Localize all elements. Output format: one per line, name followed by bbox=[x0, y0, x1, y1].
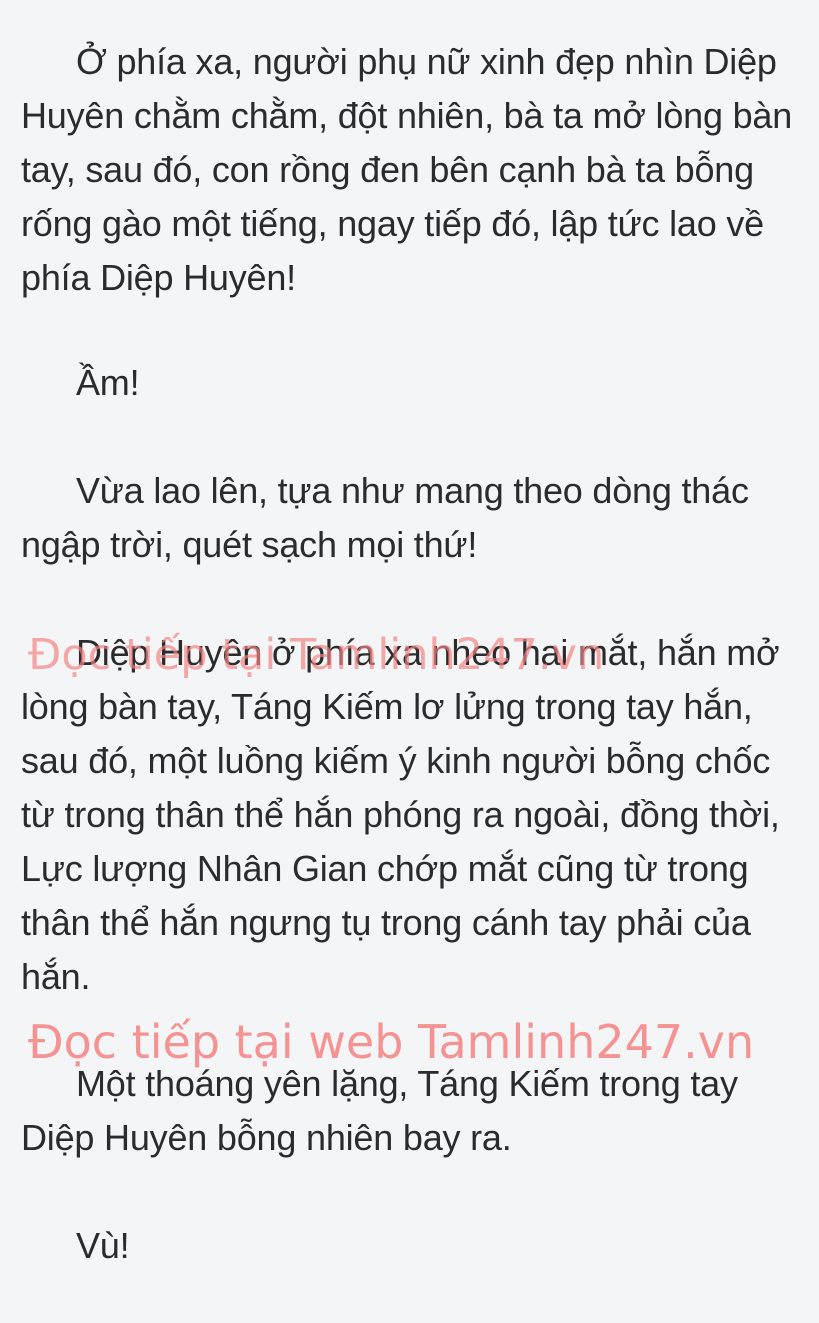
story-paragraph: Diệp Huyên ở phía xa nheo hai mắt, hắn m… bbox=[21, 632, 780, 997]
story-paragraph: Vừa lao lên, tựa như mang theo dòng thác… bbox=[21, 470, 749, 565]
story-page: Ở phía xa, người phụ nữ xinh đẹp nhìn Di… bbox=[0, 0, 819, 1323]
story-paragraph: Một thoáng yên lặng, Táng Kiếm trong tay… bbox=[21, 1063, 738, 1158]
story-paragraph: Ầm! bbox=[76, 362, 140, 403]
story-paragraph: Vù! bbox=[76, 1225, 130, 1266]
story-paragraph: Ở phía xa, người phụ nữ xinh đẹp nhìn Di… bbox=[21, 41, 793, 298]
